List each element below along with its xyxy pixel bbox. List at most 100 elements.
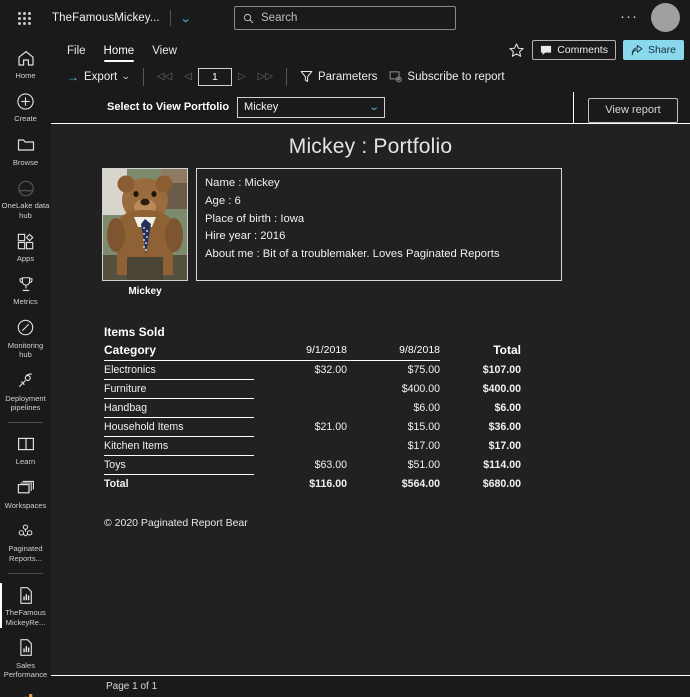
items-sold-title: Items Sold	[104, 325, 165, 339]
sidebar-item-sales-performance[interactable]: Sales Performance	[0, 632, 51, 685]
portfolio-parameter-label: Select to View Portfolio	[107, 101, 230, 113]
comments-label: Comments	[557, 44, 608, 56]
tab-view[interactable]: View	[144, 43, 185, 62]
sidebar-item-apps[interactable]: Apps	[0, 225, 51, 268]
export-button[interactable]: → Export ⌄	[61, 66, 136, 88]
tab-file[interactable]: File	[59, 43, 94, 62]
next-page-icon[interactable]: ▷	[232, 71, 252, 82]
profile-section: Mickey Name : Mickey Age : 6 Place of bi…	[51, 168, 690, 297]
cell-category: Furniture	[104, 379, 254, 399]
cell-date-2: $400.00	[401, 383, 440, 395]
sidebar-label: Apps	[16, 254, 35, 264]
portfolio-select[interactable]: Mickey ⌄	[237, 96, 386, 118]
cell-category: Total	[104, 478, 129, 490]
prev-page-icon[interactable]: ◁	[178, 71, 198, 82]
share-button[interactable]: Share	[622, 40, 684, 60]
photo-column: Mickey	[102, 168, 188, 297]
table-row: Kitchen Items $17.00 $17.00	[104, 436, 521, 456]
page-number-input[interactable]	[197, 67, 232, 86]
cell-date-2: $15.00	[407, 421, 440, 433]
table-row: Electronics $32.00 $75.00 $107.00	[104, 360, 521, 380]
avatar[interactable]	[651, 3, 680, 32]
sidebar-label: Monitoring hub	[7, 340, 44, 360]
toolbar-divider	[142, 67, 144, 86]
comments-button[interactable]: Comments	[532, 40, 616, 60]
sidebar-label: Paginated Reports...	[8, 544, 43, 563]
sidebar-item-onelake-data-hub[interactable]: OneLake data hub	[0, 172, 51, 225]
sidebar-item-monitoring-hub[interactable]: Monitoring hub	[0, 312, 51, 365]
view-report-button[interactable]: View report	[588, 97, 678, 123]
apps-icon	[16, 230, 35, 252]
report-canvas: Mickey : Portfolio Mickey Name: Mickey …	[51, 123, 690, 675]
sidebar-item-metrics[interactable]: Metrics	[0, 268, 51, 311]
table-header-row: Category 9/1/2018 9/8/2018 Total	[104, 341, 521, 361]
chevron-down-icon: ⌄	[368, 101, 380, 113]
power-bi-report-window: TheFamousMickey... ⌄ ··· Home	[0, 0, 690, 697]
workspaces-icon	[16, 477, 36, 499]
bio-place-of-birth: Place of birth : Iowa	[205, 212, 305, 225]
search-icon	[243, 13, 254, 23]
header-category: Category	[104, 341, 254, 361]
sidebar-label: Browse	[12, 157, 39, 167]
table-grand-total-row: Total $116.00 $564.00 $680.00	[104, 475, 521, 494]
cell-date-2: $6.00	[413, 402, 440, 414]
teddy-bear-photo	[102, 168, 188, 281]
sidebar-label: Metrics	[13, 297, 38, 307]
report-file-icon	[18, 584, 34, 606]
last-page-icon[interactable]: ▷▷	[252, 71, 279, 82]
star-icon[interactable]	[508, 42, 525, 59]
subscribe-button[interactable]: Subscribe to report	[383, 66, 510, 88]
sidebar-item-power-bi[interactable]: Power BI	[0, 685, 51, 697]
first-page-icon[interactable]: ◁◁	[151, 71, 178, 82]
sidebar-label: Create	[14, 114, 37, 124]
sidebar-label: Learn	[15, 457, 36, 467]
cell-total: $107.00	[482, 364, 521, 376]
page-indicator: Page 1 of 1	[106, 681, 158, 692]
parameters-label: Parameters	[317, 70, 378, 83]
trophy-icon	[17, 273, 35, 295]
copyright-text: © 2020 Paginated Report Bear	[104, 517, 248, 529]
cell-date-1	[254, 380, 347, 399]
search-box[interactable]	[234, 6, 456, 30]
search-input[interactable]	[261, 12, 447, 24]
sidebar-item-browse[interactable]: Browse	[0, 129, 51, 172]
header-total: Total	[493, 343, 521, 358]
bio-hire-year: Hire year : 2016	[205, 230, 286, 243]
sidebar-item-learn[interactable]: Learn	[0, 428, 51, 471]
left-nav-rail: Home Create Browse OneLake data hub Apps…	[0, 36, 51, 697]
app-launcher-icon[interactable]	[0, 0, 48, 36]
title-chevron-down-icon[interactable]: ⌄	[179, 12, 191, 25]
cell-date-1	[254, 399, 347, 418]
plus-circle-icon	[16, 90, 35, 112]
bio-name: Name : Mickey	[205, 177, 280, 189]
title-divider	[169, 10, 171, 26]
sidebar-item-thefamous-mickeyreport[interactable]: TheFamous MickeyRe...	[0, 579, 51, 632]
sidebar-item-home[interactable]: Home	[0, 42, 51, 85]
report-toolbar: → Export ⌄ ◁◁ ◁ ▷ ▷▷ Parameters	[51, 62, 690, 91]
cell-category: Kitchen Items	[104, 436, 254, 456]
app-title: TheFamousMickey...	[52, 12, 160, 24]
cell-date-1	[254, 437, 347, 456]
sidebar-item-deployment-pipelines[interactable]: Deployment pipelines	[0, 365, 51, 418]
page-title: Mickey : Portfolio	[288, 135, 453, 158]
ribbon-actions: Comments Share	[508, 40, 684, 60]
photo-caption: Mickey	[128, 286, 162, 297]
deployment-pipelines-icon	[16, 370, 35, 392]
sidebar-item-create[interactable]: Create	[0, 85, 51, 128]
tab-home[interactable]: Home	[96, 43, 143, 62]
cell-date-1: $63.00	[314, 459, 347, 471]
cell-total: $400.00	[482, 383, 521, 395]
chevron-down-icon: ⌄	[121, 71, 131, 81]
sidebar-label: OneLake data hub	[1, 201, 50, 220]
subscribe-label: Subscribe to report	[407, 70, 505, 83]
items-sold-table: Category 9/1/2018 9/8/2018 Total Electro…	[104, 341, 521, 493]
cell-date-2: $564.00	[401, 477, 440, 490]
sidebar-item-workspaces[interactable]: Workspaces	[0, 472, 51, 515]
sidebar-item-paginated-reports[interactable]: Paginated Reports...	[0, 515, 51, 568]
header-more-button[interactable]: ···	[620, 9, 638, 24]
sidebar-label: Deployment pipelines	[5, 393, 46, 413]
parameters-button[interactable]: Parameters	[294, 66, 383, 88]
monitoring-icon	[16, 317, 35, 339]
cell-date-1: $116.00	[309, 477, 347, 490]
rail-divider	[8, 422, 43, 424]
